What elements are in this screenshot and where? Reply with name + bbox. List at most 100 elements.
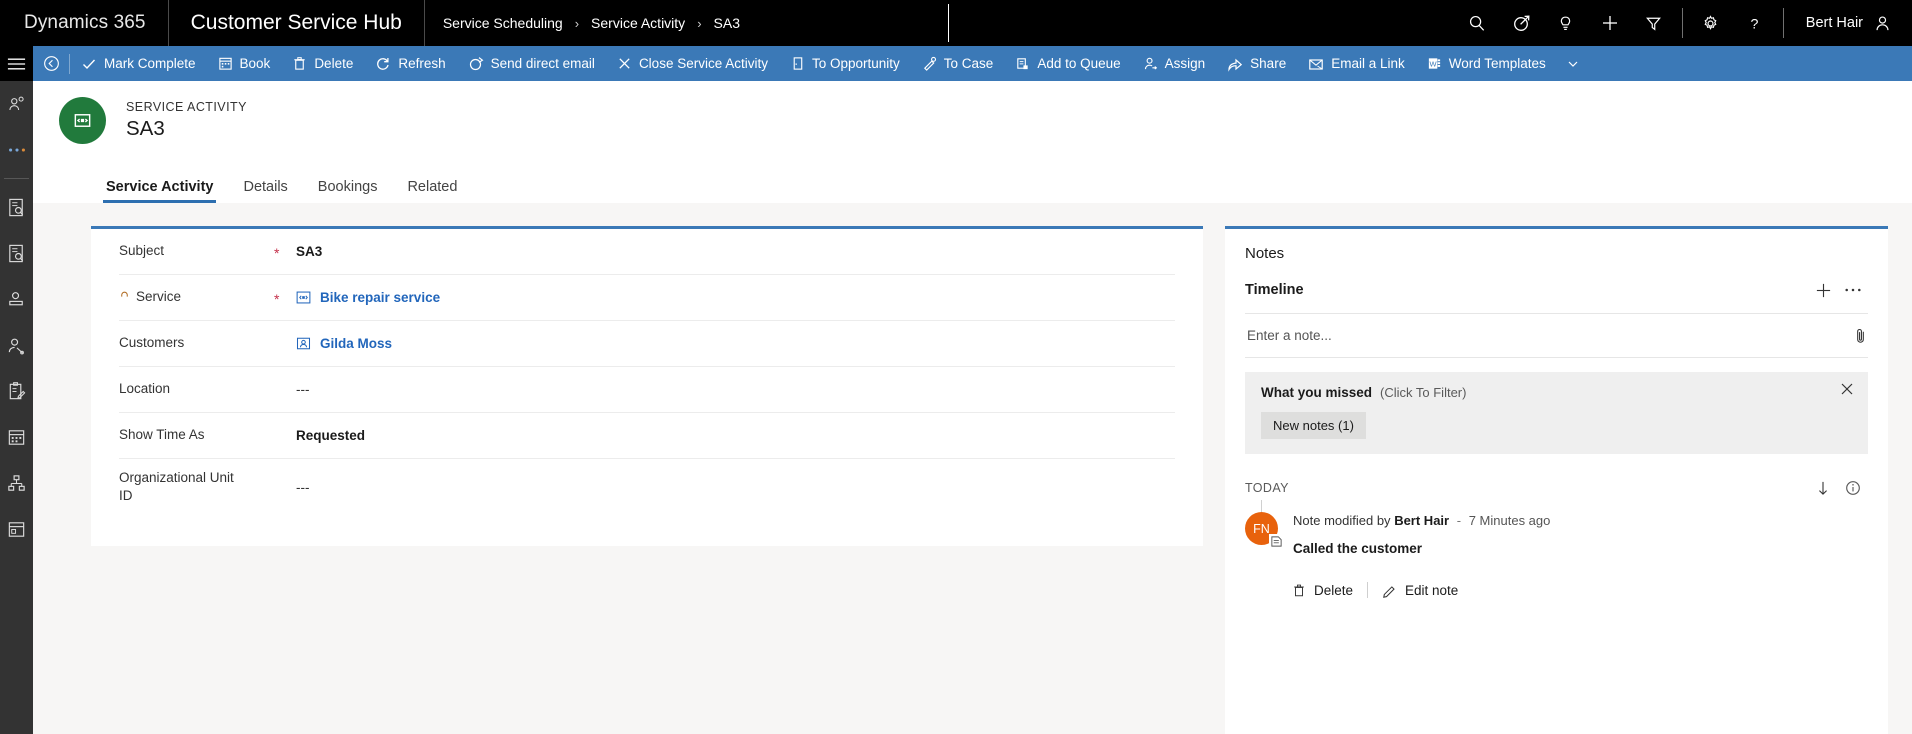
rail-divider [4,178,29,179]
brand-dynamics365[interactable]: Dynamics 365 [0,0,169,46]
field-value-show-time-as[interactable]: Requested [296,428,365,443]
send-direct-email-button[interactable]: Send direct email [457,46,606,81]
tab-bookings-label: Bookings [317,179,378,195]
assistant-icon[interactable] [1500,0,1544,46]
word-icon: W [1427,56,1442,71]
form-tabs: Service Activity Details Bookings Relate… [33,159,1912,203]
tab-details-label: Details [243,179,288,195]
sidebar-item-recent-customers[interactable] [0,81,33,127]
sidebar-item-service-calendar[interactable] [0,414,33,460]
timeline-entry-body: Note modified by Bert Hair - 7 Minutes a… [1293,512,1550,556]
sidebar-item-accounts[interactable] [0,276,33,322]
word-templates-button[interactable]: W Word Templates [1416,46,1590,81]
what-you-missed-header: What you missed (Click To Filter) [1261,385,1852,400]
command-bar: Mark Complete Book Delete Refresh Send d… [33,46,1912,81]
close-service-activity-button[interactable]: Close Service Activity [606,46,779,81]
note-input-row[interactable]: Enter a note... [1245,314,1868,358]
mark-complete-label: Mark Complete [104,55,196,71]
field-label-service: Service [119,288,274,306]
required-indicator-show-time-as [274,435,296,437]
search-icon[interactable] [1456,0,1500,46]
subject-label-text: Subject [119,243,165,259]
meta-separator: - [1456,513,1462,528]
sidebar-item-cases[interactable] [0,184,33,230]
avatar: FN [1245,512,1284,549]
sidebar-item-knowledge-articles[interactable] [0,368,33,414]
timeline-header: Timeline [1245,262,1868,314]
trash-icon [1292,583,1306,598]
email-a-link-label: Email a Link [1331,55,1405,71]
timeline-entry: FN Note modified by Bert Hair - 7 Minute… [1245,500,1868,556]
page-title: SA3 [126,116,165,140]
back-arrow-icon[interactable] [33,46,69,81]
gear-icon[interactable] [1689,0,1733,46]
sort-down-arrow-icon[interactable] [1808,476,1838,500]
app-name-label: Customer Service Hub [190,11,402,34]
field-row-organizational-unit-id: Organizational Unit ID --- [119,459,1175,515]
field-value-customers[interactable]: Gilda Moss [296,336,392,351]
main-content-area: SERVICE ACTIVITY SA3 Service Activity De… [33,81,1912,734]
book-button[interactable]: Book [207,46,282,81]
nav-group-divider [1681,8,1683,38]
help-icon[interactable]: ? [1733,0,1777,46]
service-value-link[interactable]: Bike repair service [320,290,440,305]
sidebar-item-contacts[interactable] [0,322,33,368]
share-icon [1227,56,1243,72]
add-to-queue-button[interactable]: Add to Queue [1004,46,1131,81]
tab-details[interactable]: Details [228,179,302,203]
ellipsis-icon[interactable] [1838,278,1868,302]
field-value-organizational-unit-id[interactable]: --- [296,480,310,495]
case-icon [922,56,937,71]
timeline-entry-actions: Delete Edit note [1292,582,1868,598]
field-value-subject[interactable]: SA3 [296,244,322,259]
close-x-icon[interactable] [1840,382,1854,396]
share-button[interactable]: Share [1216,46,1297,81]
new-notes-filter-chip[interactable]: New notes (1) [1261,412,1366,439]
service-activity-form: Subject * SA3 Service * Bike repair serv… [91,226,1203,546]
edit-note-button[interactable]: Edit note [1382,583,1472,598]
to-opportunity-button[interactable]: To Opportunity [779,46,911,81]
chevron-down-icon[interactable] [1567,58,1579,70]
paperclip-icon[interactable] [1853,327,1868,344]
sidebar-item-org-units[interactable] [0,460,33,506]
to-case-button[interactable]: To Case [911,46,1005,81]
menu-hamburger-icon[interactable] [0,46,33,81]
what-you-missed-subtitle: (Click To Filter) [1380,385,1467,400]
chevron-right-icon: › [574,15,580,31]
tab-service-activity[interactable]: Service Activity [91,179,228,203]
note-input-placeholder: Enter a note... [1247,328,1332,343]
sidebar-item-resource-groups[interactable] [0,506,33,552]
plus-icon[interactable] [1808,278,1838,302]
email-a-link-button[interactable]: Email a Link [1297,46,1416,81]
assign-user-icon [1143,56,1158,71]
delete-button[interactable]: Delete [281,46,364,81]
assign-label: Assign [1164,55,1206,71]
info-circle-icon[interactable] [1838,476,1868,500]
sidebar-item-activities[interactable] [0,230,33,276]
breadcrumb-item-2[interactable]: SA3 [714,15,740,31]
share-label: Share [1250,55,1287,71]
breadcrumb: Service Scheduling › Service Activity › … [425,0,758,46]
breadcrumb-item-0[interactable]: Service Scheduling [443,15,563,31]
field-value-location[interactable]: --- [296,382,310,397]
field-row-subject: Subject * SA3 [119,229,1175,275]
required-indicator-customers [274,343,296,345]
sidebar-item-more-ellipsis[interactable] [0,127,33,173]
lightbulb-icon[interactable] [1544,0,1588,46]
app-name[interactable]: Customer Service Hub [169,0,425,46]
note-timestamp: 7 Minutes ago [1468,513,1551,528]
filter-icon[interactable] [1632,0,1676,46]
customers-value-link[interactable]: Gilda Moss [320,336,392,351]
tab-related[interactable]: Related [392,179,472,203]
field-label-customers: Customers [119,334,274,352]
plus-icon[interactable] [1588,0,1632,46]
assign-button[interactable]: Assign [1132,46,1217,81]
delete-note-button[interactable]: Delete [1292,583,1367,598]
user-menu[interactable]: Bert Hair [1790,14,1912,33]
mark-complete-button[interactable]: Mark Complete [70,46,207,81]
record-entity-label: SERVICE ACTIVITY [126,99,247,114]
breadcrumb-item-1[interactable]: Service Activity [591,15,685,31]
tab-bookings[interactable]: Bookings [303,179,393,203]
field-value-service[interactable]: Bike repair service [296,290,440,305]
refresh-button[interactable]: Refresh [364,46,456,81]
